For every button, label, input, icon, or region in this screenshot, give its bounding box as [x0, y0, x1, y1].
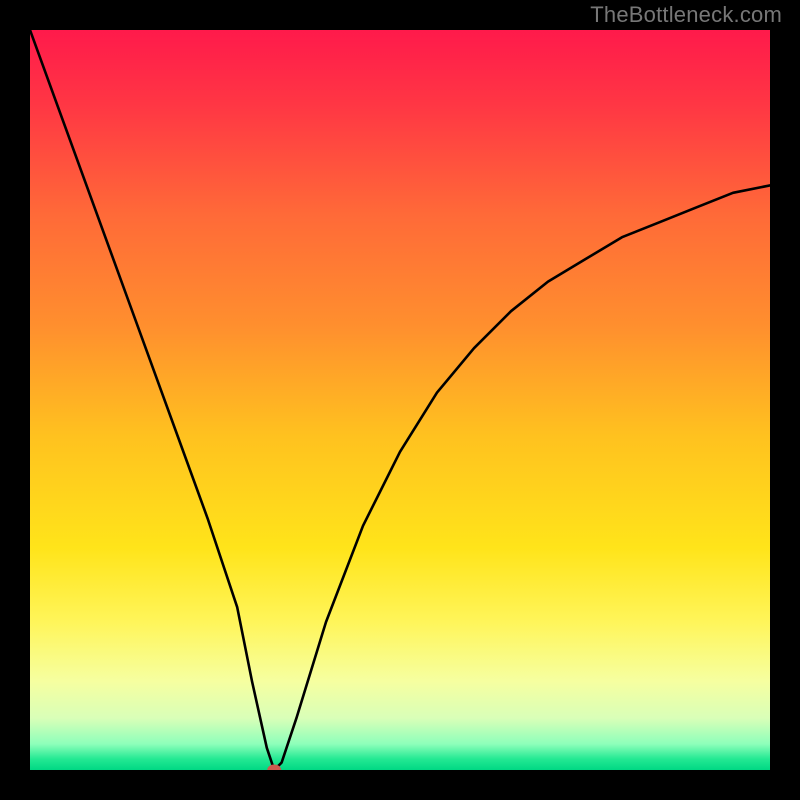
chart-svg — [30, 30, 770, 770]
gradient-background — [30, 30, 770, 770]
plot-area — [30, 30, 770, 770]
chart-frame: TheBottleneck.com — [0, 0, 800, 800]
watermark-text: TheBottleneck.com — [590, 2, 782, 28]
